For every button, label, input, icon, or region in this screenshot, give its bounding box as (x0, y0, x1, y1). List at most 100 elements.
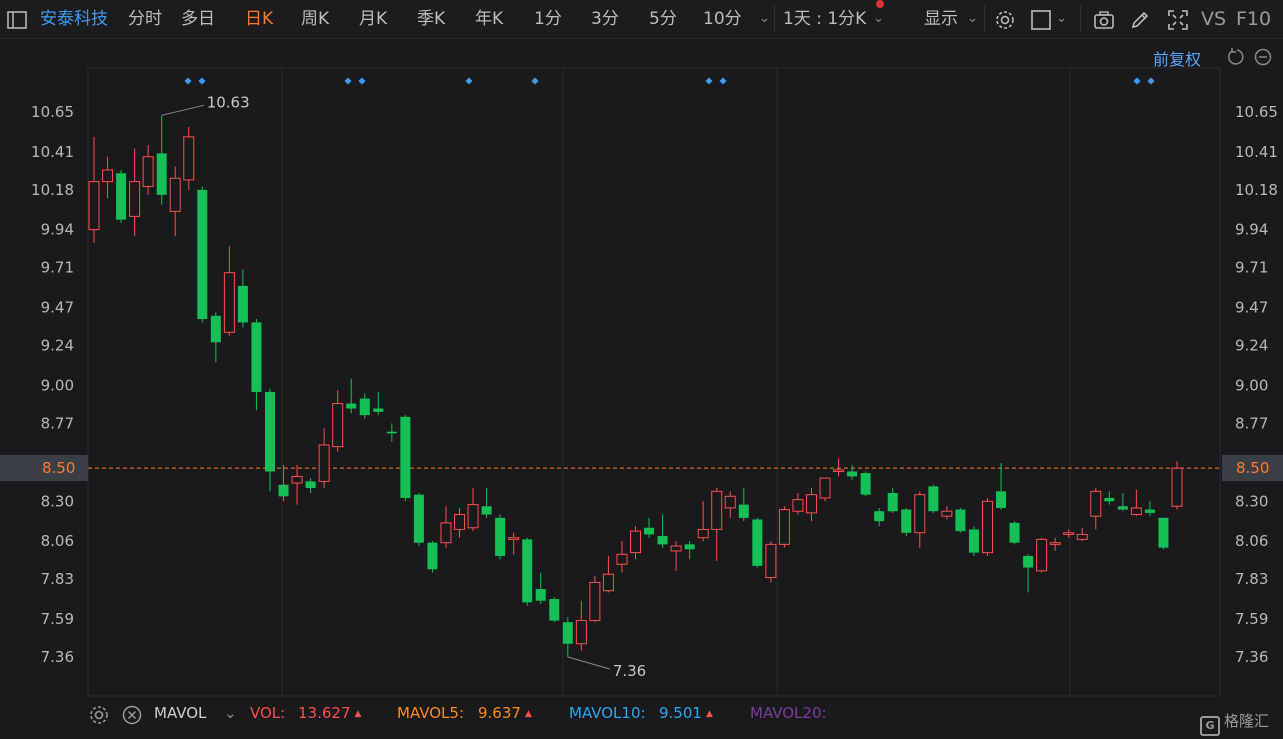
candlestick[interactable] (88, 136, 100, 243)
period-tab-weekly-k[interactable]: 周K (301, 0, 329, 38)
period-tab-yearly-k[interactable]: 年K (475, 0, 503, 38)
candlestick[interactable] (1171, 461, 1183, 510)
kline-chart[interactable]: 10.65 10.65 10.41 10.41 10.18 10.18 9.94 9.94 9.… (0, 38, 1283, 739)
candlestick[interactable] (657, 514, 668, 548)
reset-icon[interactable] (1228, 48, 1244, 65)
candlestick[interactable] (1158, 517, 1169, 550)
candlestick[interactable] (237, 269, 248, 328)
candlestick[interactable] (522, 537, 533, 606)
fullscreen-icon[interactable] (1167, 9, 1189, 31)
candlestick[interactable] (197, 186, 208, 323)
candlestick[interactable] (589, 575, 601, 623)
candlestick[interactable] (400, 415, 411, 502)
candlestick[interactable] (413, 493, 424, 547)
candlestick[interactable] (996, 463, 1007, 510)
candlestick[interactable] (359, 393, 370, 419)
zoom-out-icon[interactable] (1254, 48, 1272, 66)
candlestick[interactable] (495, 514, 506, 560)
candlestick[interactable] (697, 501, 709, 542)
candlestick[interactable] (670, 541, 682, 571)
candlestick[interactable] (1090, 488, 1102, 530)
candlestick[interactable] (535, 572, 546, 604)
period-tab-daily-k[interactable]: 日K (245, 0, 273, 38)
candlestick[interactable] (1023, 554, 1034, 593)
pencil-draw-icon[interactable] (1129, 9, 1151, 31)
event-marker-icon[interactable] (1133, 77, 1141, 85)
candlestick[interactable] (684, 541, 695, 560)
candlestick[interactable] (129, 148, 141, 237)
candlestick[interactable] (562, 617, 573, 657)
candlestick[interactable] (1130, 489, 1142, 517)
candlestick[interactable] (1036, 537, 1048, 573)
candlestick[interactable] (1049, 537, 1061, 551)
candlestick[interactable] (981, 497, 993, 556)
candlestick[interactable] (711, 488, 723, 561)
event-marker-icon[interactable] (719, 77, 727, 85)
candlestick[interactable] (616, 541, 628, 573)
period-tab-1min[interactable]: 1分 (534, 0, 562, 38)
more-periods-chevron-icon[interactable]: ⌄ (759, 0, 770, 38)
candlestick[interactable] (481, 488, 492, 518)
candlestick[interactable] (1076, 527, 1088, 542)
candlestick[interactable] (644, 517, 655, 538)
candlestick[interactable] (968, 526, 979, 556)
f10-button[interactable]: F10 (1236, 0, 1271, 38)
candlestick[interactable] (156, 115, 167, 205)
candlestick[interactable] (291, 464, 303, 505)
candlestick[interactable] (724, 491, 736, 518)
settings-gear-icon[interactable] (994, 9, 1016, 31)
candlestick[interactable] (251, 319, 262, 411)
candlestick[interactable] (874, 507, 885, 527)
candlestick[interactable] (210, 312, 221, 363)
candlestick[interactable] (941, 506, 953, 520)
candlestick[interactable] (305, 478, 316, 494)
candlestick[interactable] (183, 126, 195, 190)
candlestick[interactable] (169, 166, 181, 237)
candlestick[interactable] (901, 507, 912, 537)
candlestick[interactable] (427, 541, 438, 573)
candlestick[interactable] (805, 488, 817, 522)
adjust-mode-button[interactable]: 前复权 (1153, 46, 1201, 70)
camera-icon[interactable] (1093, 9, 1115, 31)
event-marker-icon[interactable] (531, 77, 539, 85)
candlestick[interactable] (955, 507, 966, 533)
candlestick[interactable] (1104, 491, 1115, 505)
event-marker-icon[interactable] (184, 77, 192, 85)
candlestick[interactable] (765, 541, 777, 583)
stock-name[interactable]: 安泰科技 (40, 0, 108, 38)
candlestick[interactable] (575, 600, 587, 651)
indicator-chevron-icon[interactable]: ⌄ (224, 704, 237, 722)
period-tab-10min[interactable]: 10分 (703, 0, 742, 38)
candlestick[interactable] (346, 378, 357, 414)
compare-vs-button[interactable]: VS (1201, 0, 1226, 38)
candlestick[interactable] (738, 488, 749, 522)
candlestick[interactable] (778, 506, 790, 548)
event-marker-icon[interactable] (358, 77, 366, 85)
candlestick[interactable] (454, 507, 466, 538)
candlestick[interactable] (833, 458, 845, 477)
candlestick[interactable] (847, 464, 858, 480)
candlestick[interactable] (373, 391, 384, 416)
candlestick[interactable] (887, 488, 898, 513)
candlestick[interactable] (386, 423, 397, 442)
candlestick[interactable] (1117, 493, 1128, 512)
candlestick[interactable] (467, 488, 479, 532)
period-tab-5min[interactable]: 5分 (649, 0, 677, 38)
candlestick[interactable] (602, 555, 614, 593)
candlestick[interactable] (508, 532, 520, 555)
period-tab-3min[interactable]: 3分 (591, 0, 619, 38)
event-marker-icon[interactable] (198, 77, 206, 85)
layout-square-icon[interactable] (1030, 9, 1052, 31)
display-menu[interactable]: 显示 (924, 0, 958, 38)
candlestick[interactable] (860, 471, 871, 497)
candlestick[interactable] (752, 517, 763, 568)
candlestick[interactable] (792, 493, 804, 515)
candlestick[interactable] (318, 428, 330, 489)
event-marker-icon[interactable] (465, 77, 473, 85)
candlestick[interactable] (142, 145, 154, 195)
candlestick[interactable] (928, 484, 939, 513)
period-tab-monthly-k[interactable]: 月K (359, 0, 387, 38)
candlestick[interactable] (549, 597, 560, 623)
candlestick[interactable] (332, 390, 344, 452)
period-tab-multi-day[interactable]: 多日 (181, 0, 215, 38)
